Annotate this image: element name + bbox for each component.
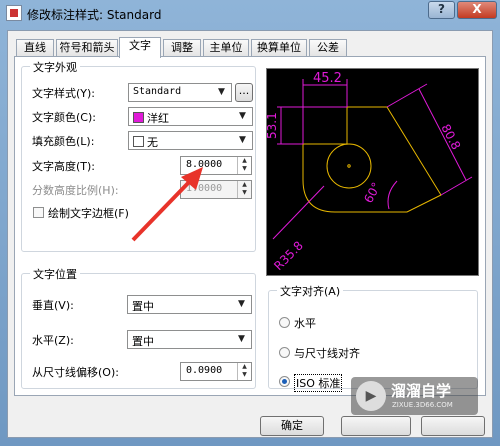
fraction-height-input: 1.0000 ▲ ▼ <box>180 180 252 199</box>
app-icon <box>6 5 22 21</box>
tab-tolerances[interactable]: 公差 <box>309 39 347 57</box>
window-title: 修改标注样式: Standard <box>27 8 162 22</box>
align-with-dimline-radio[interactable] <box>279 347 290 358</box>
ok-button[interactable]: 确定 <box>260 416 324 436</box>
tab-alternate-units[interactable]: 换算单位 <box>251 39 307 57</box>
watermark: ▶ 溜溜自学 ZIXUE.3D66.COM <box>351 377 478 415</box>
color-swatch <box>133 112 144 123</box>
dialog-window: 修改标注样式: Standard ? X 直线 符号和箭头 文字 调整 主单位 … <box>0 0 500 446</box>
text-style-browse-button[interactable]: ... <box>235 83 253 102</box>
align-with-dimline-label: 与尺寸线对齐 <box>294 347 360 360</box>
text-height-input[interactable]: 8.0000 ▲ ▼ <box>180 156 252 175</box>
preview-dim-left: 53.1 <box>267 112 279 139</box>
watermark-url: ZIXUE.3D66.COM <box>392 401 453 409</box>
preview-dim-right: 80.8 <box>438 122 463 152</box>
text-placement-group: 文字位置 垂直(V): 置中 ▼ 水平(Z): 置中 ▼ 从尺寸线偏移(O): … <box>21 266 256 389</box>
tab-symbols-arrows[interactable]: 符号和箭头 <box>56 39 118 57</box>
play-logo-icon: ▶ <box>356 381 386 411</box>
chevron-down-icon: ▼ <box>239 135 246 145</box>
text-alignment-group: 文字对齐(A) 水平 与尺寸线对齐 ISO 标准 <box>268 283 478 392</box>
tab-fit[interactable]: 调整 <box>163 39 201 57</box>
chevron-down-icon: ▼ <box>218 87 225 97</box>
spin-arrows-icon[interactable]: ▲ ▼ <box>237 363 251 380</box>
vertical-select[interactable]: 置中 ▼ <box>127 295 252 314</box>
offset-label: 从尺寸线偏移(O): <box>32 366 119 379</box>
close-button[interactable]: X <box>457 1 497 19</box>
cancel-button[interactable] <box>341 416 411 436</box>
text-alignment-title: 文字对齐(A) <box>277 283 344 299</box>
text-appearance-title: 文字外观 <box>30 59 80 75</box>
align-horizontal-label: 水平 <box>294 317 316 330</box>
help-footer-button[interactable] <box>421 416 485 436</box>
tab-text[interactable]: 文字 <box>119 37 161 58</box>
fraction-height-label: 分数高度比例(H): <box>32 184 119 197</box>
preview-dim-angle: 60° <box>361 180 383 205</box>
text-color-label: 文字颜色(C): <box>32 111 96 124</box>
text-style-select[interactable]: Standard ▼ <box>128 83 232 102</box>
horizontal-value: 置中 <box>132 335 154 348</box>
color-swatch <box>133 136 144 147</box>
preview-dim-top: 45.2 <box>313 71 342 86</box>
spin-arrows-icon: ▲ ▼ <box>237 181 251 198</box>
title-bar[interactable]: 修改标注样式: Standard ? X <box>0 0 500 26</box>
chevron-down-icon: ▼ <box>238 299 245 309</box>
align-horizontal-radio[interactable] <box>279 317 290 328</box>
text-placement-title: 文字位置 <box>30 266 80 282</box>
text-height-value: 8.0000 <box>186 159 223 170</box>
offset-input[interactable]: 0.0900 ▲ ▼ <box>180 362 252 381</box>
fill-color-select[interactable]: 无 ▼ <box>128 131 253 150</box>
horizontal-select[interactable]: 置中 ▼ <box>127 330 252 349</box>
help-button[interactable]: ? <box>428 1 455 19</box>
text-tab-panel: 文字外观 文字样式(Y): Standard ▼ ... 文字颜色(C): 洋红… <box>14 56 486 396</box>
text-style-value: Standard <box>133 86 182 97</box>
spin-arrows-icon[interactable]: ▲ ▼ <box>237 157 251 174</box>
fraction-height-value: 1.0000 <box>186 183 223 194</box>
chevron-down-icon: ▼ <box>239 111 246 121</box>
text-appearance-group: 文字外观 文字样式(Y): Standard ▼ ... 文字颜色(C): 洋红… <box>21 59 256 252</box>
tab-lines[interactable]: 直线 <box>16 39 54 57</box>
text-style-label: 文字样式(Y): <box>32 87 96 100</box>
horizontal-label: 水平(Z): <box>32 334 74 347</box>
text-color-select[interactable]: 洋红 ▼ <box>128 107 253 126</box>
fill-color-value: 无 <box>147 136 158 149</box>
text-color-value: 洋红 <box>147 112 169 125</box>
vertical-value: 置中 <box>132 300 154 313</box>
offset-value: 0.0900 <box>186 365 223 376</box>
chevron-down-icon: ▼ <box>238 334 245 344</box>
preview-drawing: 45.2 53.1 80.8 60° R35.8 <box>267 71 473 273</box>
preview-dim-radius: R35.8 <box>271 238 306 273</box>
dimension-preview: 45.2 53.1 80.8 60° R35.8 <box>266 68 479 276</box>
align-iso-label: ISO 标准 <box>294 374 343 392</box>
vertical-label: 垂直(V): <box>32 299 74 312</box>
fill-color-label: 填充颜色(L): <box>32 135 95 148</box>
draw-frame-checkbox[interactable] <box>33 207 44 218</box>
align-iso-radio[interactable] <box>279 376 290 387</box>
draw-frame-label: 绘制文字边框(F) <box>48 207 129 220</box>
watermark-title: 溜溜自学 <box>391 382 452 400</box>
tab-primary-units[interactable]: 主单位 <box>203 39 249 57</box>
text-height-label: 文字高度(T): <box>32 160 96 173</box>
